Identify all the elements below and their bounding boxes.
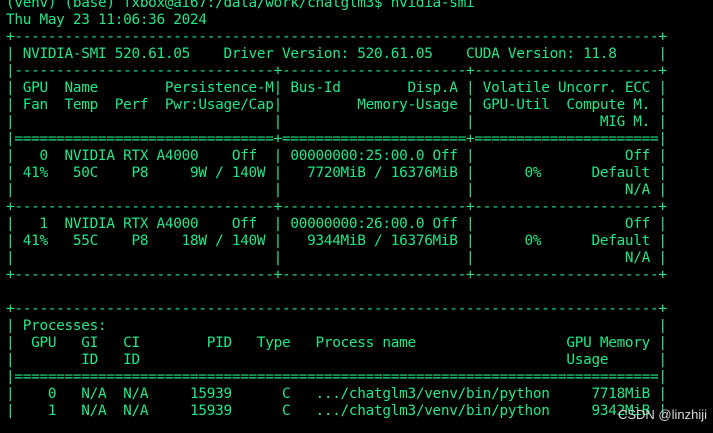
gpu-column-header-1: | GPU Name Persistence-M| Bus-Id Disp.A …: [6, 80, 667, 96]
gpu-0-row-3: | | | N/A |: [6, 182, 667, 198]
gpu-table-bottom-border: +-------------------------------+-------…: [6, 267, 667, 283]
header-separator: |===============================+=======…: [6, 131, 667, 147]
gpu-1-row-2: | 41% 55C P8 18W / 140W | 9344MiB / 1637…: [6, 233, 667, 249]
gpu-0-row-1: | 0 NVIDIA RTX A4000 Off | 00000000:25:0…: [6, 148, 667, 164]
timestamp-line: Thu May 23 11:06:36 2024: [6, 12, 207, 28]
gpu-1-row-1: | 1 NVIDIA RTX A4000 Off | 00000000:26:0…: [6, 216, 667, 232]
processes-header-1: | GPU GI CI PID Type Process name GPU Me…: [6, 335, 667, 351]
processes-separator: |=======================================…: [6, 369, 667, 385]
table-top-border: +---------------------------------------…: [6, 29, 667, 45]
terminal-window[interactable]: (venv) (base) fxbox@ai67:/data/work/chat…: [0, 0, 713, 433]
shell-prompt-line: (venv) (base) fxbox@ai67:/data/work/chat…: [6, 0, 475, 11]
smi-version-header: | NVIDIA-SMI 520.61.05 Driver Version: 5…: [6, 46, 667, 62]
gpu-0-row-2: | 41% 50C P8 9W / 140W | 7720MiB / 16376…: [6, 165, 667, 181]
gpu-row-divider: +-------------------------------+-------…: [6, 199, 667, 215]
gpu-column-header-3: | | | MIG M. |: [6, 114, 667, 130]
processes-header-2: | ID ID Usage |: [6, 352, 667, 368]
processes-title: | Processes: |: [6, 318, 667, 334]
gpu-column-header-2: | Fan Temp Perf Pwr:Usage/Cap| Memory-Us…: [6, 97, 667, 113]
gpu-1-row-3: | | | N/A |: [6, 250, 667, 266]
process-row-gpu-1: | 1 N/A N/A 15939 C .../chatglm3/venv/bi…: [6, 403, 667, 419]
csdn-watermark: CSDN @linzhiji: [617, 407, 707, 422]
processes-top-border: +---------------------------------------…: [6, 301, 667, 317]
process-row-gpu-0: | 0 N/A N/A 15939 C .../chatglm3/venv/bi…: [6, 386, 667, 402]
table-divider: |-------------------------------+-------…: [6, 63, 667, 79]
